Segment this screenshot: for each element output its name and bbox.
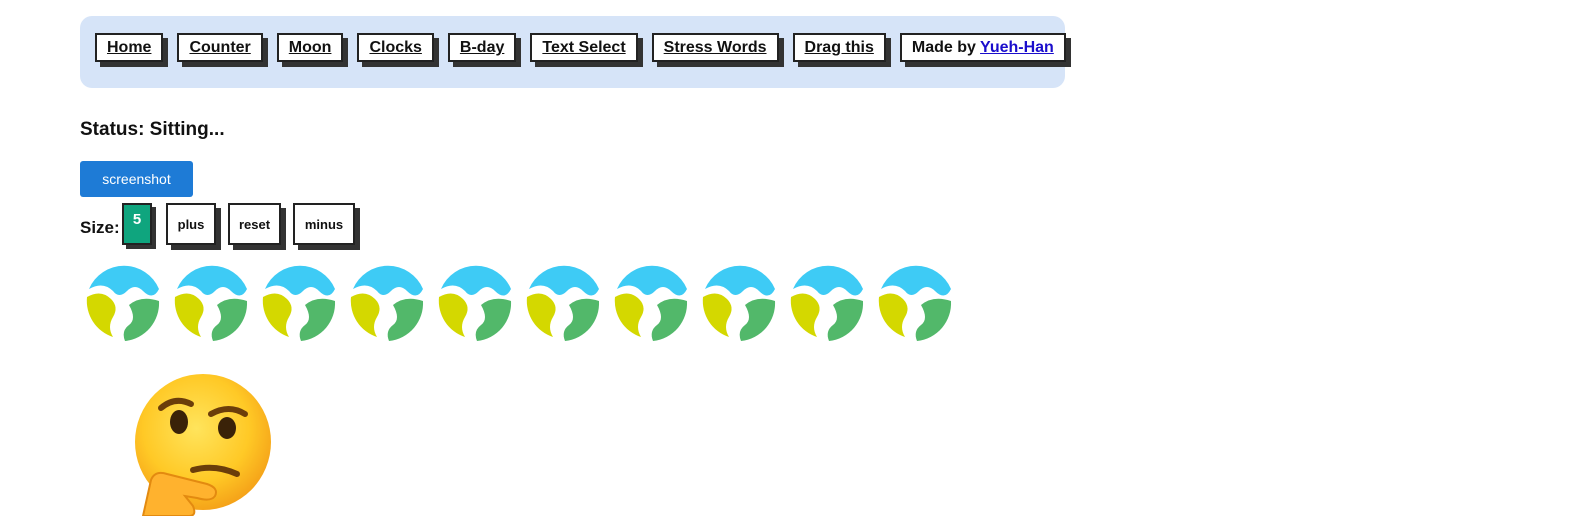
globe-icon [171,261,259,343]
author-link[interactable]: Yueh-Han [980,39,1054,56]
thinking-face-icon [133,374,275,517]
nav-stress-words-button[interactable]: Stress Words [651,33,779,62]
size-value-display: 5 [122,203,152,245]
nav-bday-button[interactable]: B-day [447,33,517,62]
globe-icon [83,261,171,343]
nav-counter-button[interactable]: Counter [177,33,263,62]
minus-button[interactable]: minus [293,203,355,245]
globe-icon [699,261,787,343]
globe-icon [875,261,963,343]
plus-button[interactable]: plus [166,203,216,245]
globe-icon [347,261,435,343]
globe-icon [259,261,347,343]
nav-moon-button[interactable]: Moon [276,33,344,62]
nav-text-select-button[interactable]: Text Select [530,33,638,62]
nav-clocks-button[interactable]: Clocks [357,33,434,62]
globe-row [83,261,963,343]
size-label: Size: [80,218,120,237]
globe-icon [435,261,523,343]
globe-icon [611,261,699,343]
globe-icon [787,261,875,343]
top-nav: Home Counter Moon Clocks B-day Text Sele… [80,16,1066,88]
reset-button[interactable]: reset [228,203,281,245]
globe-icon [523,261,611,343]
made-by-text: Made by [911,39,981,56]
nav-home-button[interactable]: Home [95,33,164,62]
made-by-badge: Made by Yueh-Han [899,33,1066,62]
status-text: Status: Sitting... [80,119,225,140]
screenshot-button[interactable]: screenshot [80,161,193,197]
nav-drag-this-button[interactable]: Drag this [792,33,886,62]
